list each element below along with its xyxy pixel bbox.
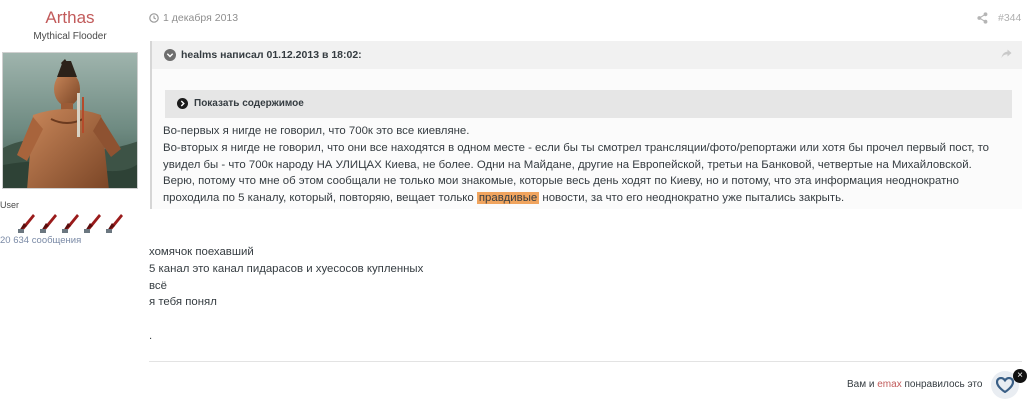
- clock-icon: [149, 13, 159, 23]
- quote-line-end: новости, за что его неоднократно уже пыт…: [539, 192, 845, 205]
- likes-suffix: понравилось это: [901, 379, 983, 390]
- liker-link[interactable]: emax: [877, 379, 901, 390]
- spoiler-toggle[interactable]: Показать содержимое: [165, 90, 1012, 118]
- quote-text: Во-первых я нигде не говорил, что 700к э…: [163, 123, 1018, 207]
- likes-prefix: Вам и: [847, 379, 878, 390]
- quote-line: Во-первых я нигде не говорил, что 700к э…: [163, 125, 470, 137]
- rank-pip-icon: [18, 214, 35, 233]
- quote-citation[interactable]: healms написал 01.12.2013 в 18:02:: [181, 49, 362, 61]
- author-panel: Arthas Mythical Flooder: [0, 0, 140, 42]
- post-line: я тебя понял: [149, 296, 217, 309]
- rank-pips: [16, 211, 126, 235]
- quote-line: Во-вторых я нигде не говорил, что они вс…: [163, 141, 990, 154]
- divider: [149, 361, 1022, 362]
- post-body: хомячок поехавший 5 канал это канал пида…: [149, 244, 423, 345]
- quote-line: Верю, потому что мне об этом сообщали не…: [163, 175, 959, 188]
- quote-line: проходила по 5 каналу, который, повторяю…: [163, 190, 1018, 207]
- heart-icon: [996, 377, 1014, 393]
- quote-line-start: проходила по 5 каналу, который, повторяю…: [163, 192, 477, 205]
- rank-pip-icon: [62, 214, 79, 233]
- share-icon[interactable]: [977, 12, 988, 24]
- rank-pip-icon: [106, 214, 123, 233]
- post-line: 5 канал это канал пидарасов и хуесосов к…: [149, 262, 424, 275]
- highlighted-word: правдивые: [476, 192, 540, 205]
- rank-pip-icon: [84, 214, 101, 233]
- quote-block: healms написал 01.12.2013 в 18:02: Показ…: [150, 41, 1022, 209]
- rank-pip-icon: [40, 214, 57, 233]
- collapse-icon[interactable]: [164, 49, 176, 61]
- author-group: User: [0, 200, 20, 210]
- post-date[interactable]: 1 декабря 2013: [149, 12, 238, 24]
- post-line: хомячок поехавший: [149, 246, 254, 258]
- likes-summary: Вам и emax понравилось это: [847, 379, 982, 390]
- post-line: всё: [149, 279, 167, 292]
- remove-like-badge[interactable]: ×: [1013, 369, 1027, 383]
- author-name[interactable]: Arthas: [0, 8, 140, 28]
- quote-header: healms написал 01.12.2013 в 18:02:: [152, 41, 1022, 69]
- author-title: Mythical Flooder: [33, 31, 107, 42]
- reply-icon[interactable]: [1001, 49, 1012, 59]
- chevron-right-icon: [177, 98, 188, 109]
- post-count[interactable]: 20 634 сообщения: [0, 235, 140, 246]
- avatar[interactable]: [2, 52, 138, 189]
- post-date-text: 1 декабря 2013: [163, 12, 239, 24]
- spoiler-label: Показать содержимое: [194, 98, 304, 109]
- post-line: .: [149, 330, 153, 343]
- post-number[interactable]: #344: [998, 12, 1021, 24]
- quote-line: увидел бы - что 700к народу НА УЛИЦАХ Ки…: [163, 158, 972, 171]
